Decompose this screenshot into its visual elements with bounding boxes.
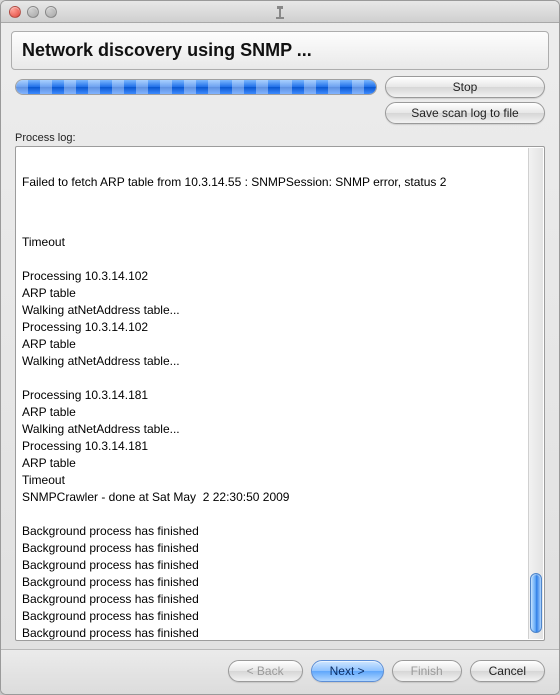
log-line: Background process has finished: [22, 625, 526, 640]
log-line: Background process has finished: [22, 574, 526, 591]
cancel-button[interactable]: Cancel: [470, 660, 545, 682]
log-line: Processing 10.3.14.181: [22, 438, 526, 455]
log-line: [22, 506, 526, 523]
log-line: Background process has finished: [22, 557, 526, 574]
log-line: ARP table: [22, 455, 526, 472]
next-button[interactable]: Next >: [311, 660, 384, 682]
scroll-thumb[interactable]: [530, 573, 542, 633]
process-log: Failed to fetch ARP table from 10.3.14.5…: [15, 146, 545, 641]
minimize-icon[interactable]: [27, 6, 39, 18]
save-log-button[interactable]: Save scan log to file: [385, 102, 545, 124]
log-line: Failed to fetch ARP table from 10.3.14.5…: [22, 174, 526, 191]
log-line: ARP table: [22, 336, 526, 353]
log-line: ARP table: [22, 404, 526, 421]
log-line: Timeout: [22, 234, 526, 251]
back-button-label: < Back: [247, 664, 284, 678]
log-line: Background process has finished: [22, 591, 526, 608]
log-line: Processing 10.3.14.102: [22, 319, 526, 336]
wizard-footer: < Back Next > Finish Cancel: [1, 649, 559, 694]
process-log-content[interactable]: Failed to fetch ARP table from 10.3.14.5…: [16, 147, 544, 640]
log-line: ARP table: [22, 285, 526, 302]
traffic-lights: [9, 6, 57, 18]
back-button[interactable]: < Back: [228, 660, 303, 682]
next-button-label: Next >: [330, 664, 365, 678]
log-line: Background process has finished: [22, 523, 526, 540]
titlebar[interactable]: [1, 1, 559, 23]
log-line: Walking atNetAddress table...: [22, 302, 526, 319]
log-line: Background process has finished: [22, 540, 526, 557]
page-title-text: Network discovery using SNMP ...: [22, 40, 312, 60]
scrollbar[interactable]: [528, 148, 543, 639]
log-line: Timeout: [22, 472, 526, 489]
log-line: SNMPCrawler - done at Sat May 2 22:30:50…: [22, 489, 526, 506]
log-line: [22, 251, 526, 268]
log-line: Processing 10.3.14.102: [22, 268, 526, 285]
page-title: Network discovery using SNMP ...: [11, 31, 549, 70]
cancel-button-label: Cancel: [489, 664, 526, 678]
save-log-button-label: Save scan log to file: [411, 106, 518, 120]
log-line: Background process has finished: [22, 608, 526, 625]
log-line: Processing 10.3.14.181: [22, 387, 526, 404]
stop-button[interactable]: Stop: [385, 76, 545, 98]
progress-bar: [15, 79, 377, 95]
zoom-icon[interactable]: [45, 6, 57, 18]
log-line: [22, 370, 526, 387]
close-icon[interactable]: [9, 6, 21, 18]
app-icon: [273, 5, 287, 19]
stop-button-label: Stop: [453, 80, 478, 94]
finish-button-label: Finish: [411, 664, 443, 678]
finish-button[interactable]: Finish: [392, 660, 462, 682]
process-log-label: Process log:: [15, 132, 545, 144]
log-line: Walking atNetAddress table...: [22, 421, 526, 438]
log-line: Walking atNetAddress table...: [22, 353, 526, 370]
dialog-window: Network discovery using SNMP ... Stop Sa…: [0, 0, 560, 695]
save-row: Save scan log to file: [15, 102, 545, 124]
progress-fill: [16, 80, 376, 94]
progress-row: Stop: [15, 76, 545, 98]
